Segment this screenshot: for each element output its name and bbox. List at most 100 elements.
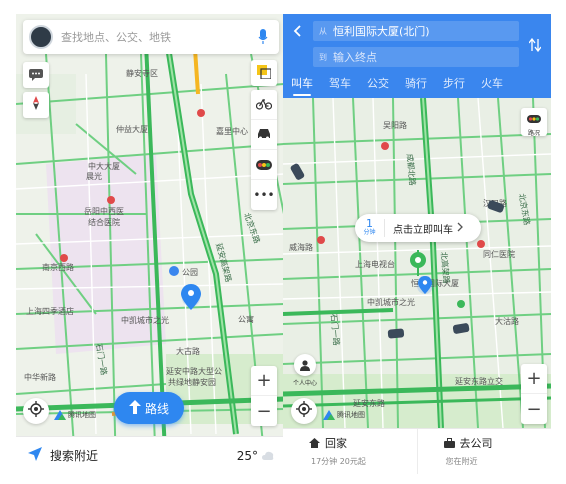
map-label-park: 公寓 <box>238 314 254 324</box>
map-label-daguan: 大沽路 <box>495 316 519 326</box>
call-taxi-text: 点击立即叫车 <box>393 224 453 236</box>
zoom-in-button[interactable]: + <box>521 364 547 394</box>
zoom-in-button[interactable]: + <box>251 366 277 396</box>
bike-button[interactable] <box>251 90 277 120</box>
map-label-zhongkai: 中凯城市之光 <box>367 297 415 307</box>
user-center-button[interactable]: 个人中心 <box>291 354 319 392</box>
locate-button[interactable] <box>23 398 49 424</box>
car-icon <box>256 125 272 144</box>
search-bar[interactable]: 查找地点、公交、地铁 <box>23 20 279 54</box>
zoom-control: + − <box>251 366 277 426</box>
poi-hospital-marker[interactable] <box>107 196 115 204</box>
briefcase-icon <box>443 438 455 448</box>
poi-marker[interactable] <box>381 142 389 150</box>
layers-button[interactable] <box>251 60 277 86</box>
map-label-yueyang: 岳阳中西医 <box>84 206 124 216</box>
locate-crosshair-icon <box>296 401 312 421</box>
more-button[interactable]: ••• <box>251 180 277 210</box>
eta-badge: 1 分钟 <box>355 217 385 237</box>
swap-button[interactable] <box>527 34 543 58</box>
route-button[interactable]: 路线 <box>114 392 184 424</box>
search-input[interactable]: 查找地点、公交、地铁 <box>61 29 255 45</box>
map-label-shanghai-tv: 上海电视台 <box>355 259 395 269</box>
tab-walk[interactable]: 步行 <box>435 74 473 98</box>
microphone-icon[interactable] <box>255 27 271 47</box>
start-location-value: 恒利国际大厦(北门) <box>333 25 430 38</box>
map-label-yanan: 延安东路 <box>353 398 385 408</box>
eta-minutes: 1 <box>366 217 373 230</box>
message-button[interactable] <box>23 62 49 88</box>
map-label-nanjing-west: 南京西路 <box>42 262 74 272</box>
home-icon <box>309 438 320 448</box>
current-location-marker <box>417 276 433 294</box>
back-button[interactable] <box>289 22 305 40</box>
map-label-wuyang: 吴阳路 <box>383 120 407 130</box>
brand-logo-icon <box>54 410 66 420</box>
tab-bike[interactable]: 骑行 <box>397 74 435 98</box>
bicycle-icon <box>255 95 273 114</box>
brand-watermark: 腾讯地图 <box>323 410 365 420</box>
route-planner-header: 从 恒利国际大厦(北门) 到 输入终点 叫车 驾车 公交 骑行 步行 火车 <box>283 14 551 98</box>
map-label-chenguang: 晨光 <box>86 171 102 181</box>
weather-temperature[interactable]: 25° <box>237 449 258 463</box>
map-label-gongyuan: 公园 <box>182 268 198 277</box>
map-label-hotel: 上海四季酒店 <box>26 306 74 316</box>
map-label-yanlong-2: 共绿地静安园 <box>168 377 216 387</box>
end-location-field[interactable]: 到 输入终点 <box>313 47 519 67</box>
traffic-label: 路况 <box>527 129 540 137</box>
brand-logo-icon <box>323 410 335 420</box>
taxi-marker[interactable] <box>387 328 405 339</box>
weather-icon <box>262 446 274 465</box>
work-title: 去公司 <box>459 437 493 450</box>
quick-destinations: 回家 17分钟 20元起 去公司 您在附近 <box>283 428 551 474</box>
zoom-out-button[interactable]: − <box>521 394 547 424</box>
taxi-button[interactable] <box>251 120 277 150</box>
go-work-shortcut[interactable]: 去公司 您在附近 <box>416 429 552 474</box>
user-center-label: 个人中心 <box>292 380 317 387</box>
brand-name: 腾讯地图 <box>337 411 365 419</box>
map-label-yanlong: 延安中路大型公 <box>166 366 222 376</box>
go-home-shortcut[interactable]: 回家 17分钟 20元起 <box>283 429 417 474</box>
metro-station-marker[interactable] <box>60 254 68 262</box>
quick-tools: ••• <box>251 90 277 210</box>
poi-marker[interactable] <box>477 240 485 248</box>
layers-icon <box>257 64 272 83</box>
zoom-out-button[interactable]: − <box>251 396 277 426</box>
poi-marker[interactable] <box>457 300 465 308</box>
compass-button[interactable] <box>23 92 49 118</box>
tab-train[interactable]: 火车 <box>473 74 511 98</box>
route-button-label: 路线 <box>144 401 169 416</box>
tab-bus[interactable]: 公交 <box>359 74 397 98</box>
tab-drive[interactable]: 驾车 <box>321 74 359 98</box>
end-location-placeholder: 输入终点 <box>333 51 377 64</box>
user-icon <box>294 354 316 376</box>
map-label-datong: 大古路 <box>176 346 200 356</box>
map-label-jingan: 静安寺区 <box>126 68 158 78</box>
traffic-toggle-button[interactable]: 路况 <box>521 108 547 137</box>
map-label-xinhua: 中华新路 <box>24 372 56 382</box>
more-dots-icon: ••• <box>253 188 275 202</box>
map-label-tongren: 同仁医院 <box>483 249 515 259</box>
swap-arrows-icon <box>528 37 542 56</box>
call-taxi-callout[interactable]: 1 分钟 点击立即叫车 <box>355 214 481 242</box>
map-label-zhonghui: 中凯城市之光 <box>121 315 169 325</box>
navigation-arrow-icon <box>28 446 42 465</box>
map-label-yanan-ramp: 延安东路立交 <box>455 376 503 386</box>
poi-park-marker[interactable] <box>169 266 179 276</box>
poi-hospital-marker[interactable] <box>197 109 205 117</box>
tab-taxi[interactable]: 叫车 <box>283 74 321 98</box>
eta-unit: 分钟 <box>363 229 376 236</box>
map-label-jiulong: 嘉里中心 <box>216 126 248 136</box>
brand-watermark: 腾讯地图 <box>54 410 96 420</box>
avatar[interactable] <box>29 25 53 49</box>
nearby-bar[interactable]: 搜索附近 25° <box>16 436 284 474</box>
poi-marker[interactable] <box>317 236 325 244</box>
map-label-yueyang-2: 结合医院 <box>88 217 120 227</box>
map-label-zhongli: 仲益大厦 <box>116 124 148 134</box>
traffic-toggle-button[interactable] <box>251 150 277 180</box>
map-label-mass: 中大大厦 <box>88 161 120 171</box>
locate-button[interactable] <box>291 398 317 424</box>
chevron-right-icon <box>457 222 463 235</box>
start-location-field[interactable]: 从 恒利国际大厦(北门) <box>313 21 519 41</box>
ride-hailing-screen: 吴阳路 恒利国际大厦 中凯城市之光 上海电视台 同仁医院 延安东路立交 延安东路… <box>283 14 551 474</box>
